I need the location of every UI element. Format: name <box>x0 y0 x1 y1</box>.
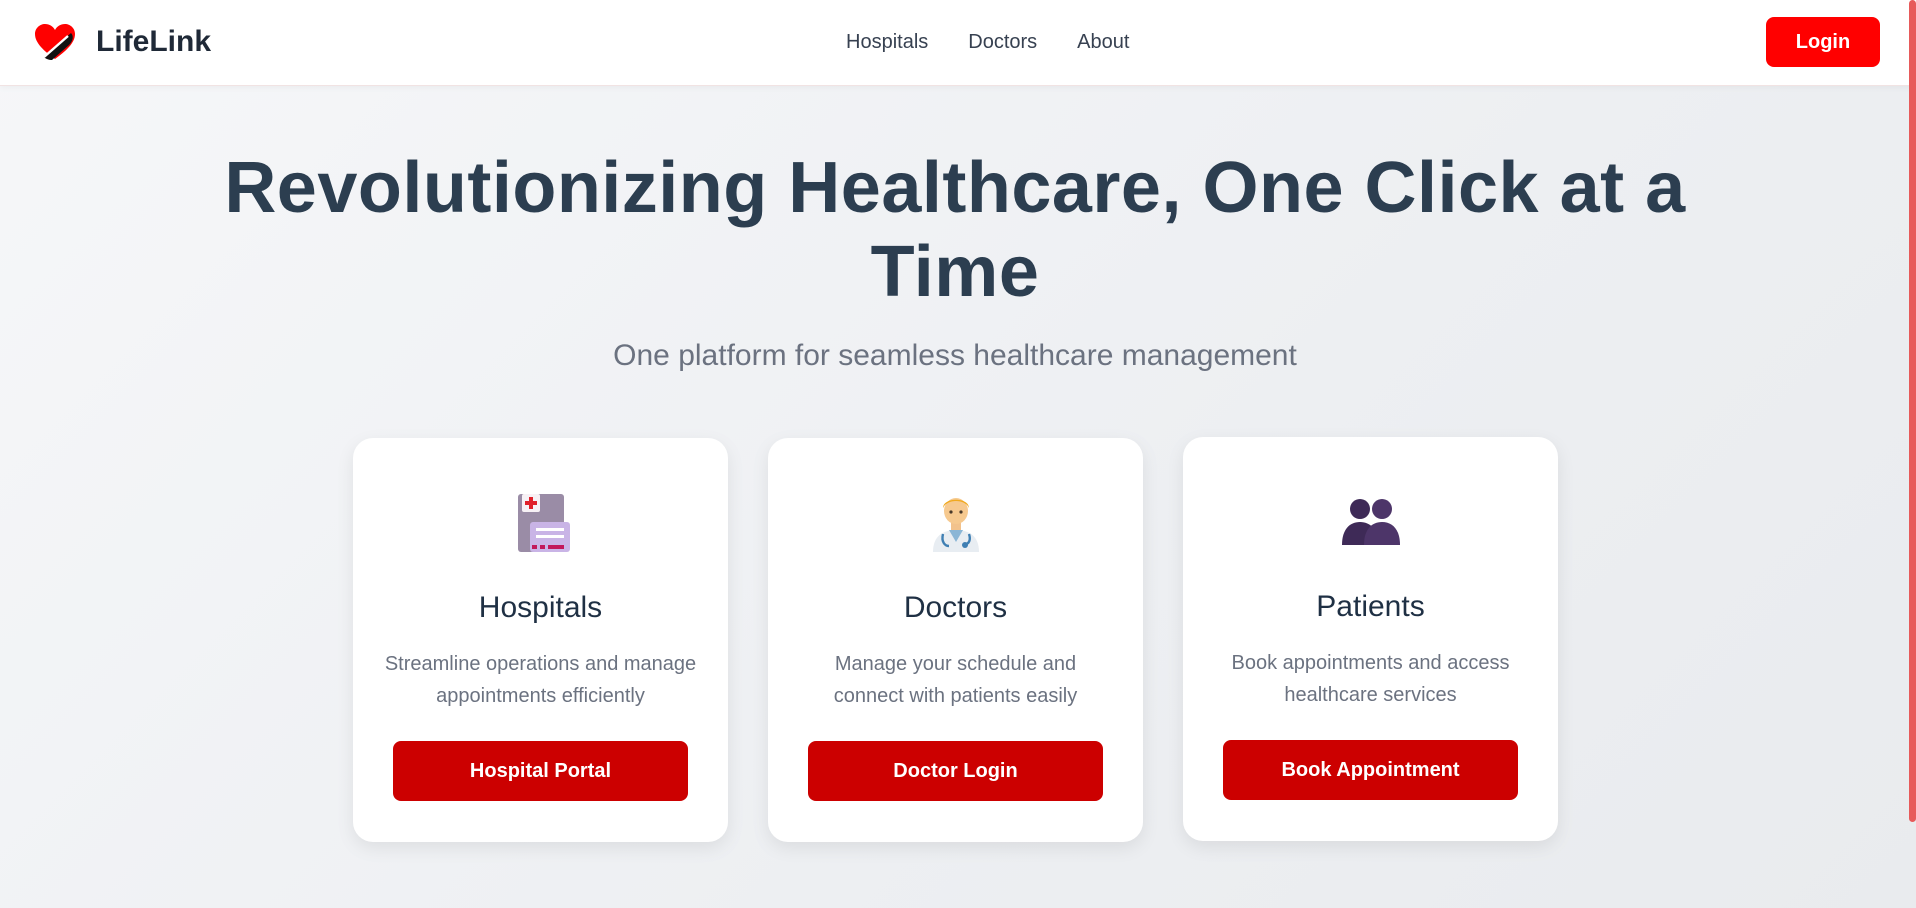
heart-icon <box>35 24 75 60</box>
hero-title: Revolutionizing Healthcare, One Click at… <box>224 148 1686 312</box>
hospital-portal-button[interactable]: Hospital Portal <box>393 741 688 801</box>
login-button[interactable]: Login <box>1766 17 1880 67</box>
nav-link-hospitals[interactable]: Hospitals <box>846 28 928 56</box>
card-hospitals: Hospitals Streamline operations and mana… <box>353 438 728 842</box>
hero-subtitle: One platform for seamless healthcare man… <box>613 339 1297 372</box>
book-appointment-button[interactable]: Book Appointment <box>1223 740 1518 800</box>
card-patients: Patients Book appointments and access he… <box>1183 437 1558 841</box>
navbar: LifeLink Hospitals Doctors About Login <box>0 0 1916 86</box>
page: LifeLink Hospitals Doctors About Login R… <box>0 0 1916 908</box>
card-title: Doctors <box>903 591 1008 624</box>
card-title: Hospitals <box>478 591 603 624</box>
patients-icon <box>1342 499 1400 545</box>
scrollbar[interactable] <box>1909 0 1916 822</box>
nav-link-about[interactable]: About <box>1077 28 1129 56</box>
card-description: Manage your schedule and connect with pa… <box>833 653 1078 707</box>
main-nav: Hospitals Doctors About <box>846 28 1169 56</box>
doctor-login-button[interactable]: Doctor Login <box>808 741 1103 801</box>
brand-name: LifeLink <box>96 25 212 58</box>
doctor-icon <box>933 498 979 552</box>
card-description: Streamline operations and manage appoint… <box>384 653 697 707</box>
card-description: Book appointments and access healthcare … <box>1231 652 1510 706</box>
brand[interactable]: LifeLink <box>34 22 211 62</box>
hospital-icon <box>518 494 570 552</box>
nav-link-doctors[interactable]: Doctors <box>968 28 1037 56</box>
card-doctors: Doctors Manage your schedule and connect… <box>768 438 1143 842</box>
card-title: Patients <box>1316 590 1425 623</box>
